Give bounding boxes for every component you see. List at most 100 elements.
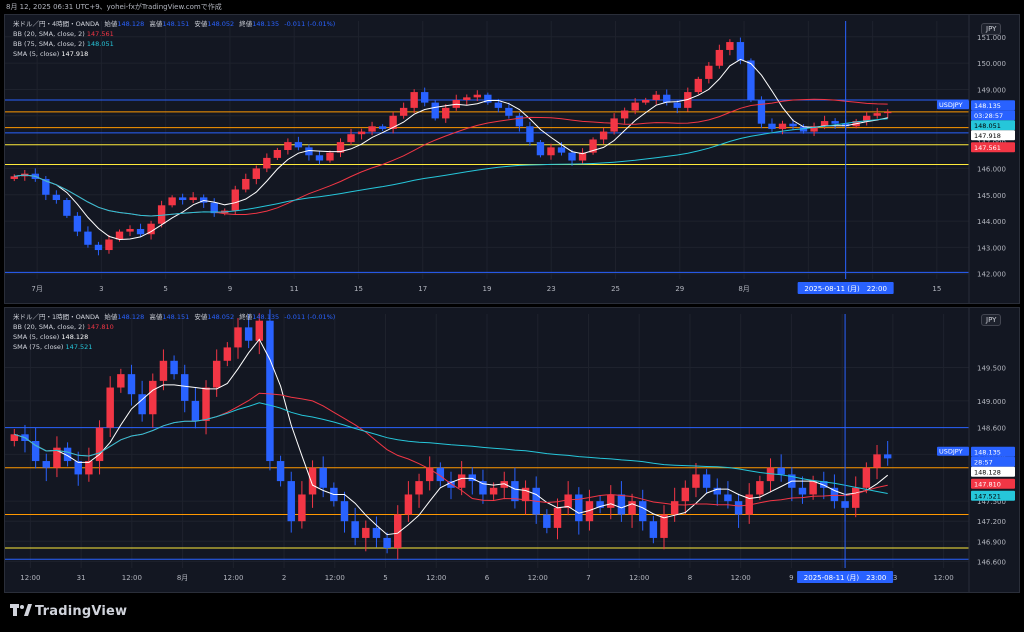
candle-body <box>127 374 136 395</box>
y-tick-label: 145.000 <box>977 192 1006 200</box>
header-info: 8月 12, 2025 06:31 UTC+9、yohei-fxがTrading… <box>6 3 222 11</box>
close-label: 終値 <box>239 20 253 28</box>
candle-body <box>231 189 239 211</box>
symbol-name[interactable]: 米ドル／円・1時間・OANDA <box>13 313 99 321</box>
candle-body <box>479 481 487 495</box>
symbol-name[interactable]: 米ドル／円・4時間・OANDA <box>13 20 99 28</box>
crosshair-label: 2025-08-11 (月) 22:00 <box>804 285 887 293</box>
candle-body <box>326 152 334 161</box>
candle-body <box>553 507 562 528</box>
bb20-tag: 147.810 <box>974 481 1001 489</box>
y-tick-label: 146.600 <box>977 558 1006 566</box>
candle-body <box>715 49 724 66</box>
bb20-basis-line <box>14 98 888 217</box>
candle-body <box>63 200 71 216</box>
candle-body <box>308 467 317 495</box>
candle-body <box>489 487 498 495</box>
candle-body <box>105 239 113 251</box>
candle-body <box>157 205 166 224</box>
x-tick-label: 12:00 <box>122 574 142 582</box>
chart-panel-1h[interactable]: 12:00 31 12:00 8月 12:00 2 12:00 5 12:00 6 12:00 7 12… <box>4 307 1020 593</box>
candle-body <box>178 197 187 201</box>
symbol-tag: USDJPY <box>939 101 963 109</box>
candle-body <box>734 501 743 515</box>
x-tick-label: 12:00 <box>325 574 345 582</box>
indicator-label: BB (75, SMA, close, 2) <box>13 40 85 48</box>
candle-body <box>638 501 647 522</box>
x-tick-label: 15 <box>932 285 941 293</box>
x-tick-label: 12:00 <box>629 574 649 582</box>
high-label: 高値 <box>149 20 163 28</box>
x-tick-label: 5 <box>383 574 387 582</box>
candle-body <box>536 142 545 156</box>
y-tick-label: 144.000 <box>977 218 1006 226</box>
x-tick-label: 5 <box>163 285 167 293</box>
x-tick-label: 2 <box>282 574 286 582</box>
candle-body <box>315 155 324 161</box>
x-tick-label: 12:00 <box>223 574 243 582</box>
candle-body <box>421 92 429 103</box>
legend-1h: 米ドル／円・1時間・OANDA 始値148.128 高値148.151 安値14… <box>13 312 335 352</box>
candle-body <box>568 152 576 161</box>
indicator-value: 147.561 <box>86 30 114 38</box>
x-tick-label: 8月 <box>738 285 749 293</box>
candle-body <box>620 110 629 119</box>
currency-button[interactable]: JPY <box>981 314 1002 326</box>
indicator-row[interactable]: SMA (5, close) 148.128 <box>13 332 335 342</box>
candle-body <box>557 147 566 153</box>
candle-body <box>347 134 355 143</box>
sma5-tag: 147.918 <box>974 132 1001 140</box>
candle-body <box>789 123 797 127</box>
candle-body <box>809 481 817 495</box>
candle-body <box>599 131 608 140</box>
y-tick-label: 150.000 <box>977 60 1006 68</box>
indicator-row[interactable]: BB (20, SMA, close, 2) 147.561 <box>13 29 335 39</box>
indicator-row[interactable]: BB (20, SMA, close, 2) 147.810 <box>13 322 335 332</box>
candle-body <box>340 501 349 522</box>
x-tick-label: 29 <box>675 285 684 293</box>
x-tick-label: 12:00 <box>934 574 954 582</box>
x-tick-label: 31 <box>77 574 86 582</box>
indicator-row[interactable]: SMA (75, close) 147.521 <box>13 342 335 352</box>
candle-body <box>242 178 250 190</box>
sma5-tag: 148.128 <box>974 469 1001 477</box>
candle-body <box>670 501 679 515</box>
candle-body <box>351 521 359 538</box>
candle-body <box>425 467 434 482</box>
candle-body <box>883 454 892 459</box>
x-tick-label: 3 <box>99 285 103 293</box>
candle-body <box>631 102 639 111</box>
currency-button[interactable]: JPY <box>981 23 1002 35</box>
candle-body <box>463 97 471 100</box>
candle-body <box>526 126 534 143</box>
high-value: 148.151 <box>162 20 190 28</box>
open-value: 148.128 <box>117 313 145 321</box>
y-tick-label: 149.500 <box>977 364 1006 372</box>
countdown-tag: 03:28:57 <box>974 112 1003 120</box>
candle-body <box>159 360 168 381</box>
candle-body <box>473 94 481 98</box>
x-tick-label: 7月 <box>31 285 42 293</box>
candle-body <box>884 112 892 114</box>
candle-body <box>415 481 423 495</box>
indicator-value: 147.810 <box>86 323 114 331</box>
open-label: 始値 <box>104 20 118 28</box>
sma5-line <box>14 338 889 536</box>
candle-body <box>610 118 618 132</box>
indicator-row[interactable]: SMA (5, close) 147.918 <box>13 49 335 59</box>
indicator-value: 147.918 <box>61 50 89 58</box>
x-tick-label: 12:00 <box>426 574 446 582</box>
tradingview-logo-icon <box>10 604 32 616</box>
candle-body <box>736 42 745 61</box>
chart-panel-4h[interactable]: 7月359111517192325298月57152025-08-11 (月) … <box>4 14 1020 304</box>
tradingview-logo[interactable]: TradingView <box>10 604 127 619</box>
candle-body <box>168 197 176 206</box>
candle-body <box>362 527 370 538</box>
x-tick-label: 12:00 <box>528 574 548 582</box>
indicator-row[interactable]: BB (75, SMA, close, 2) 148.051 <box>13 39 335 49</box>
candle-body <box>372 527 381 538</box>
crosshair-label: 2025-08-11 (月) 23:00 <box>804 574 887 582</box>
candle-body <box>663 94 671 103</box>
candle-body <box>851 487 860 508</box>
candle-body <box>494 102 503 108</box>
